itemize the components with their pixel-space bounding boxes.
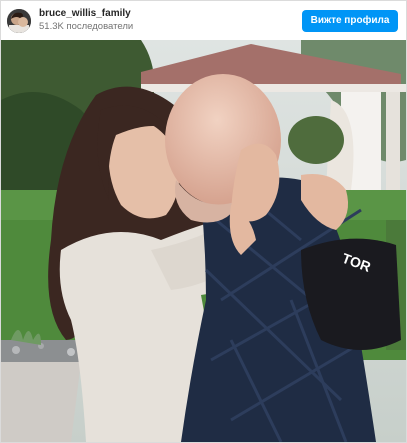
user-meta: bruce_willis_family 51.3K последователи — [39, 8, 133, 32]
follower-count: 51.3K последователи — [39, 21, 134, 33]
photo-illustration: TOR — [1, 40, 406, 442]
post-header: bruce_willis_family 51.3K последователи … — [1, 1, 406, 40]
username[interactable]: bruce_willis_family — [39, 8, 133, 20]
profile-avatar[interactable] — [7, 8, 31, 33]
view-profile-button[interactable]: Вижте профила — [302, 9, 398, 32]
post-card: bruce_willis_family 51.3K последователи … — [0, 0, 407, 443]
post-photo[interactable]: TOR — [1, 40, 406, 442]
